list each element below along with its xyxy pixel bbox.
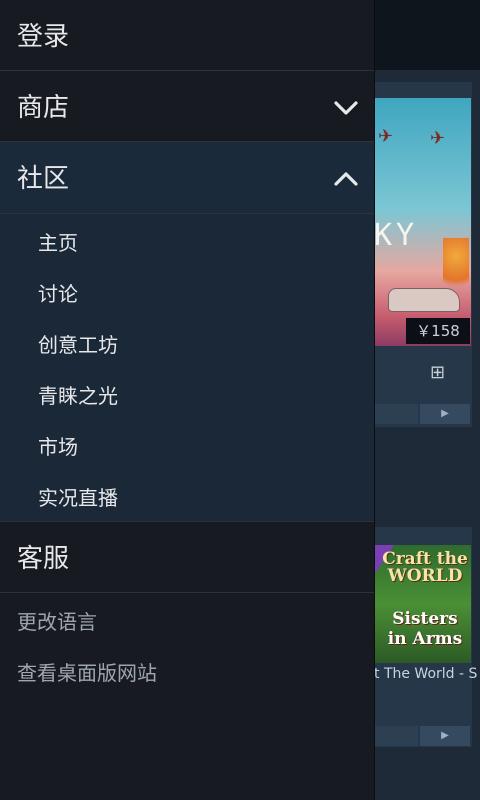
featured-game-art[interactable]: ✈ ✈ KY xyxy=(374,98,471,346)
submenu-item-greenlight[interactable]: 青睐之光 xyxy=(38,380,118,409)
chevron-down-icon xyxy=(333,95,359,121)
desktop-site-link[interactable]: 查看桌面版网站 xyxy=(17,657,157,686)
game-card-title[interactable]: t The World - S xyxy=(374,666,480,682)
spaceship-icon: ✈ xyxy=(430,128,446,149)
menu-support-label: 客服 xyxy=(17,544,70,574)
play-video-button[interactable]: ▶ xyxy=(420,726,470,746)
community-submenu: 主页 讨论 创意工坊 青睐之光 市场 实况直播 xyxy=(0,214,374,522)
menu-community[interactable]: 社区 xyxy=(0,142,374,214)
menu-store-label: 商店 xyxy=(17,93,70,123)
menu-community-label: 社区 xyxy=(17,164,70,194)
menu-login-label: 登录 xyxy=(17,22,70,52)
submenu-item-market[interactable]: 市场 xyxy=(38,431,78,460)
change-language-link[interactable]: 更改语言 xyxy=(17,606,97,635)
windows-icon: ⊞ xyxy=(430,362,446,383)
submenu-item-workshop[interactable]: 创意工坊 xyxy=(38,329,118,358)
card-footer-strip xyxy=(374,726,418,746)
menu-store[interactable]: 商店 xyxy=(0,71,374,142)
submenu-item-home[interactable]: 主页 xyxy=(38,227,78,256)
play-video-button[interactable]: ▶ xyxy=(420,404,470,424)
card-footer-strip xyxy=(374,404,418,424)
submenu-item-broadcasts[interactable]: 实况直播 xyxy=(38,482,118,511)
menu-support[interactable]: 客服 xyxy=(0,522,374,593)
art-title-line2: Sisters in Arms xyxy=(387,609,463,649)
art-title-line1: Craft the WORLD xyxy=(382,549,468,586)
game-card-art[interactable]: Craft the WORLD Sisters in Arms xyxy=(374,545,471,663)
chevron-up-icon xyxy=(333,166,359,192)
menu-login[interactable]: 登录 xyxy=(0,0,374,71)
price-tag: ￥158 xyxy=(406,318,470,344)
navigation-drawer: 登录 商店 社区 主页 讨论 创意工坊 青睐之光 市场 实况直播 客服 更改语言… xyxy=(0,0,375,800)
spaceship-icon: ✈ xyxy=(378,126,394,147)
art-vehicle xyxy=(388,288,460,312)
submenu-item-discussions[interactable]: 讨论 xyxy=(38,278,78,307)
